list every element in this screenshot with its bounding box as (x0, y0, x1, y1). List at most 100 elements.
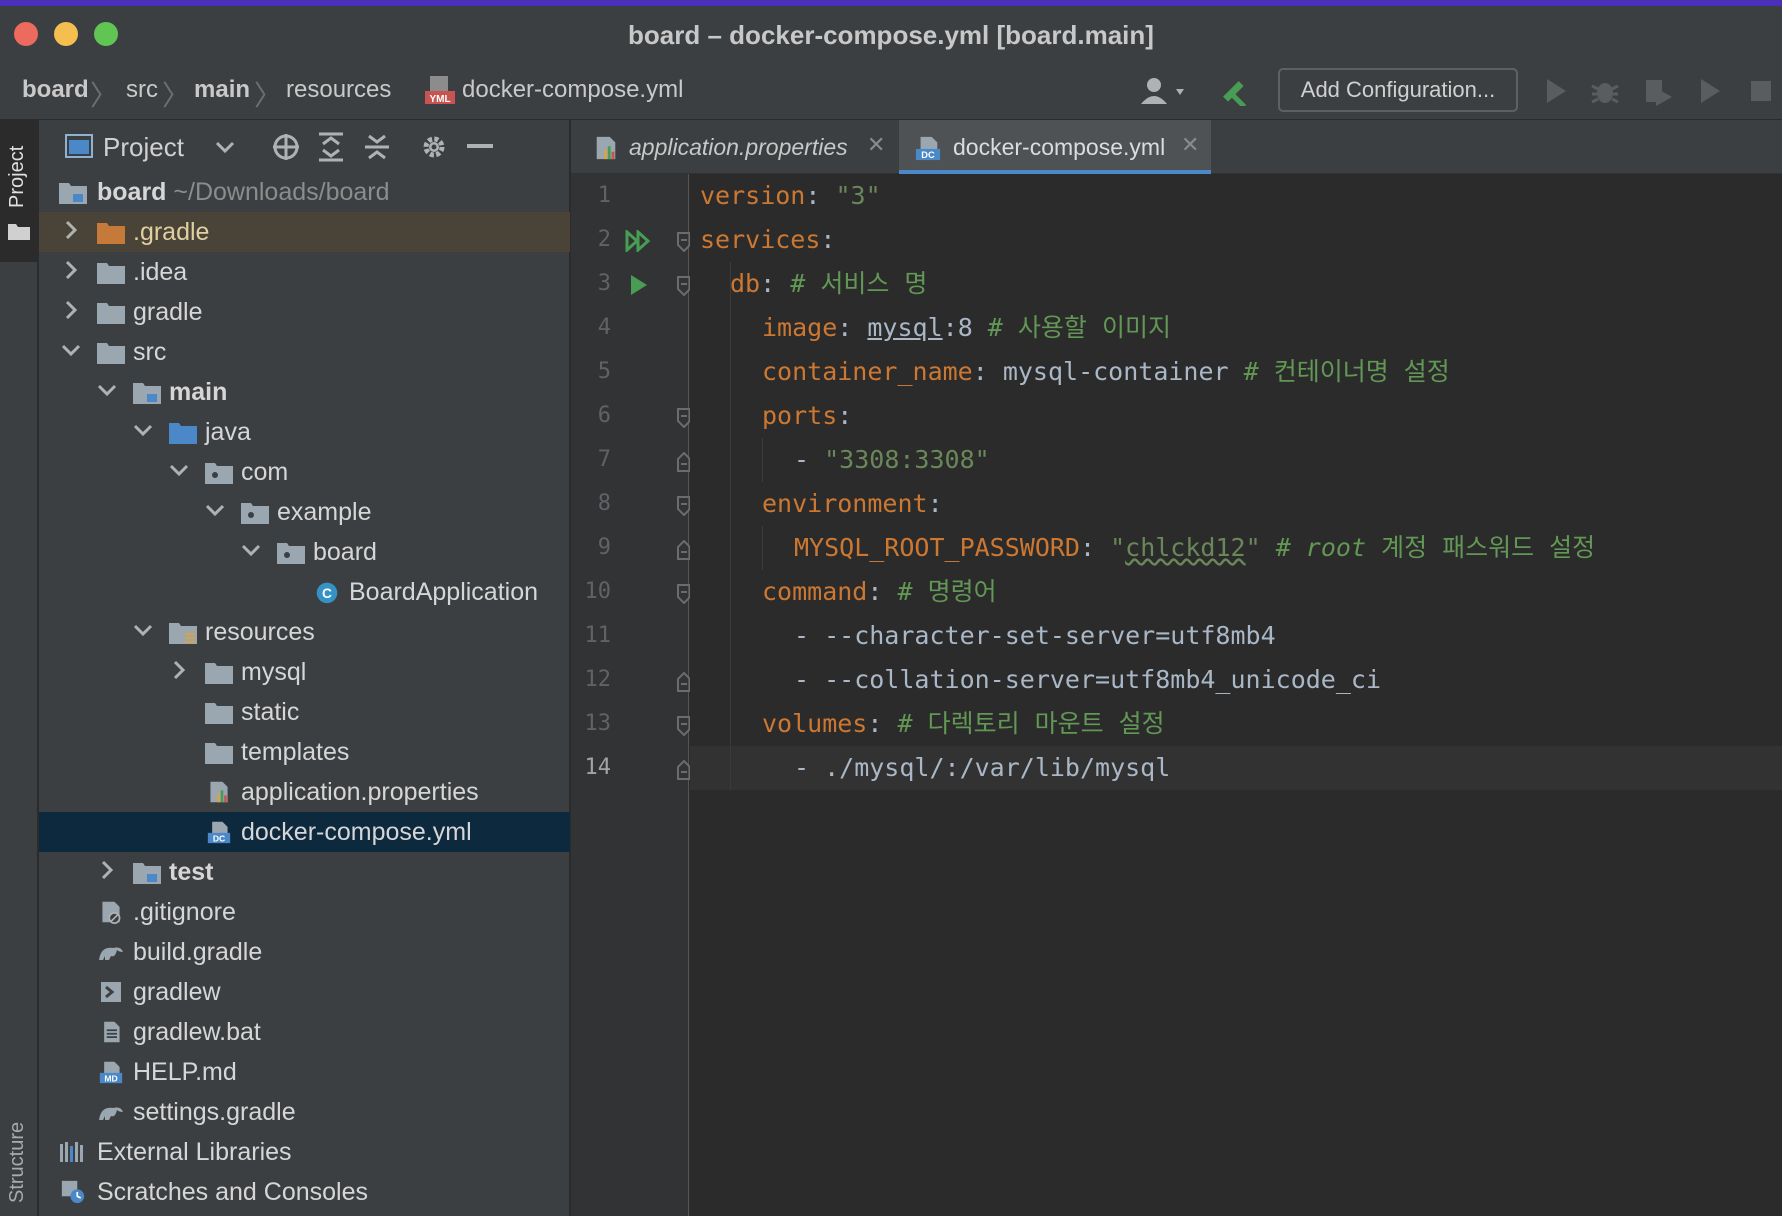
indent-guide (730, 262, 731, 790)
tree-item[interactable]: src (39, 332, 570, 372)
tree-item[interactable]: board (39, 532, 570, 572)
tree-item[interactable]: test (39, 852, 570, 892)
fold-icon[interactable] (677, 276, 691, 296)
tree-item-label: settings.gradle (133, 1098, 296, 1126)
user-account-icon[interactable] (1138, 76, 1192, 106)
tree-item-selected[interactable]: DC docker-compose.yml (39, 812, 570, 852)
tree-item[interactable]: .gitignore (39, 892, 570, 932)
package-icon (277, 543, 305, 564)
tree-item[interactable]: example (39, 492, 570, 532)
build-hammer-icon[interactable] (1220, 76, 1254, 106)
code-editor[interactable]: version: "3" services: db: # 서비스 명 image… (690, 174, 1782, 1216)
hide-panel-icon[interactable] (467, 144, 493, 150)
chevron-down-icon[interactable] (61, 340, 81, 360)
fold-icon[interactable] (677, 232, 691, 252)
properties-file-icon (210, 781, 228, 803)
expand-all-icon[interactable] (317, 132, 345, 162)
breadcrumb-main[interactable]: main (194, 76, 250, 104)
tree-item[interactable]: templates (39, 732, 570, 772)
project-tool-window-tab[interactable]: Project (0, 120, 38, 262)
fold-end-icon[interactable] (677, 540, 691, 560)
code-line: services: (700, 225, 836, 254)
fold-end-icon[interactable] (677, 672, 691, 692)
tree-item[interactable]: gradlew.bat (39, 1012, 570, 1052)
code-line: db: # 서비스 명 (730, 269, 928, 298)
editor-gutter: 1 2 3 4 5 6 7 8 9 10 11 12 13 14 (571, 174, 691, 1216)
chevron-right-icon[interactable] (61, 260, 81, 280)
tree-root[interactable]: board ~/Downloads/board (39, 172, 570, 212)
tree-item[interactable]: build.gradle (39, 932, 570, 972)
tree-item[interactable]: java (39, 412, 570, 452)
tree-item-label: Scratches and Consoles (97, 1178, 368, 1206)
tree-item[interactable]: gradlew (39, 972, 570, 1012)
fold-icon[interactable] (677, 716, 691, 736)
fold-end-icon[interactable] (677, 452, 691, 472)
debug-icon[interactable] (1590, 76, 1620, 106)
gear-icon[interactable] (419, 132, 449, 162)
tree-item-label: mysql (241, 658, 307, 686)
tree-item[interactable]: main (39, 372, 570, 412)
chevron-down-icon[interactable] (241, 540, 261, 560)
profile-run-icon[interactable] (1696, 76, 1724, 106)
module-folder-icon (133, 863, 161, 884)
chevron-right-icon[interactable] (169, 660, 189, 680)
docker-compose-file-icon: DC (915, 136, 941, 160)
tree-item[interactable]: application.properties (39, 772, 570, 812)
breadcrumb-resources[interactable]: resources (286, 76, 391, 104)
add-configuration-button[interactable]: Add Configuration... (1278, 68, 1518, 112)
line-number: 12 (584, 667, 612, 692)
chevron-down-icon[interactable] (205, 500, 225, 520)
breadcrumb-separator: 〉 (90, 80, 119, 111)
chevron-down-icon[interactable] (133, 420, 153, 440)
fold-icon[interactable] (677, 496, 691, 516)
run-service-icon[interactable] (629, 274, 649, 296)
tree-item-label: .gradle (133, 218, 210, 246)
code-line: version: "3" (700, 181, 881, 210)
tree-item[interactable]: settings.gradle (39, 1092, 570, 1132)
tree-item[interactable]: static (39, 692, 570, 732)
breadcrumb-board[interactable]: board (22, 76, 89, 104)
chevron-down-icon[interactable] (169, 460, 189, 480)
code-line: - --collation-server=utf8mb4_unicode_ci (794, 665, 1381, 694)
tab-docker-compose[interactable]: DC docker-compose.yml ✕ (899, 120, 1211, 174)
editor-tab-bar: application.properties ✕ DC docker-compo… (571, 120, 1782, 174)
line-number: 2 (597, 227, 611, 252)
close-tab-icon[interactable]: ✕ (867, 132, 885, 158)
tree-item[interactable]: mysql (39, 652, 570, 692)
breadcrumb-src[interactable]: src (126, 76, 158, 104)
tree-item[interactable]: Scratches and Consoles (39, 1172, 570, 1212)
gradle-file-icon (99, 947, 123, 960)
chevron-right-icon[interactable] (61, 300, 81, 320)
project-panel-title[interactable]: Project (103, 132, 184, 163)
chevron-down-icon[interactable] (133, 620, 153, 640)
run-all-services-icon[interactable] (625, 230, 651, 252)
coverage-icon[interactable] (1642, 76, 1674, 106)
chevron-down-icon[interactable] (215, 140, 235, 154)
fold-icon[interactable] (677, 584, 691, 604)
stop-icon[interactable] (1748, 76, 1774, 106)
tree-item[interactable]: resources (39, 612, 570, 652)
tree-item[interactable]: gradle (39, 292, 570, 332)
locate-file-icon[interactable] (271, 132, 301, 162)
tree-item[interactable]: .gradle (39, 212, 570, 252)
shell-script-icon (101, 982, 121, 1002)
fold-icon[interactable] (677, 408, 691, 428)
tab-application-properties[interactable]: application.properties ✕ (571, 120, 897, 174)
run-icon[interactable] (1542, 76, 1570, 106)
close-tab-icon[interactable]: ✕ (1181, 132, 1199, 158)
tree-item[interactable]: MD HELP.md (39, 1052, 570, 1092)
tree-item-label: main (169, 378, 228, 406)
tree-item[interactable]: com (39, 452, 570, 492)
tree-item-label: com (241, 458, 289, 486)
chevron-right-icon[interactable] (61, 220, 81, 240)
tree-item[interactable]: .idea (39, 252, 570, 292)
structure-tab-label[interactable]: Structure (6, 1122, 29, 1203)
collapse-all-icon[interactable] (363, 132, 391, 162)
chevron-down-icon[interactable] (97, 380, 117, 400)
fold-end-icon[interactable] (677, 760, 691, 780)
chevron-right-icon[interactable] (97, 860, 117, 880)
code-line-current: - ./mysql/:/var/lib/mysql (794, 753, 1171, 782)
tree-item[interactable]: External Libraries (39, 1132, 570, 1172)
tree-item[interactable]: C BoardApplication (39, 572, 570, 612)
breadcrumb-docker-compose[interactable]: docker-compose.yml (462, 76, 683, 104)
